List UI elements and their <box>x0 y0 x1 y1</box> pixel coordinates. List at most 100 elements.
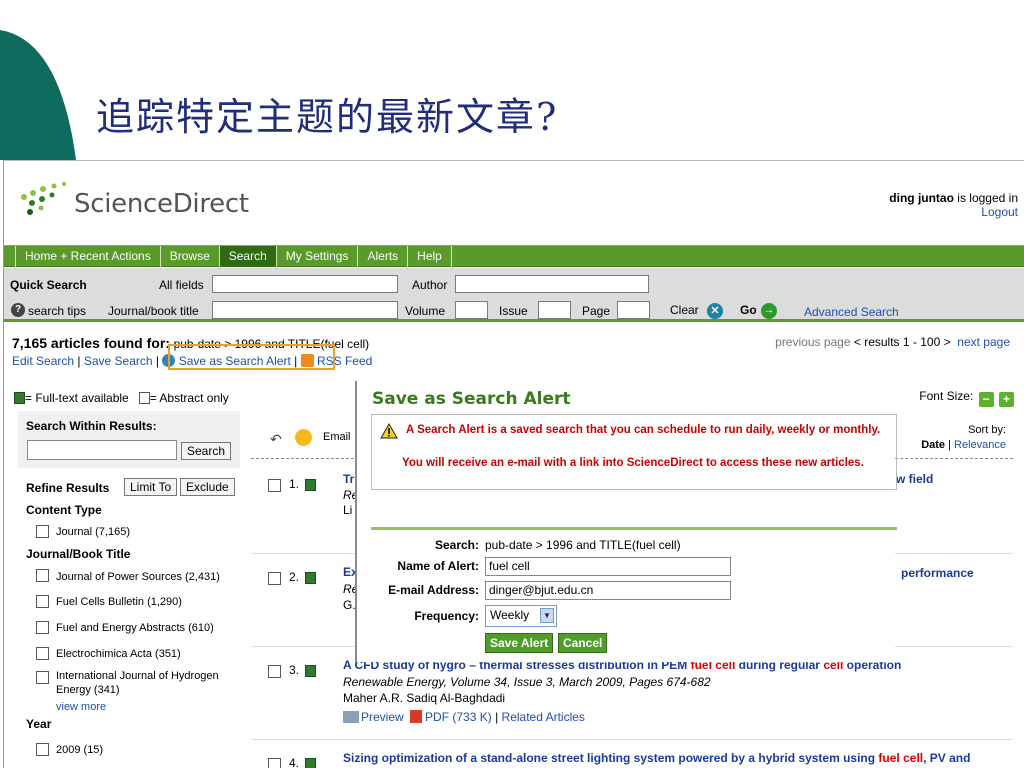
nav-my-settings[interactable]: My Settings <box>277 246 359 267</box>
main-nav: Home + Recent Actions Browse Search My S… <box>4 245 1024 267</box>
logout-link[interactable]: Logout <box>981 205 1018 219</box>
save-alert-button[interactable]: Save Alert <box>485 633 554 653</box>
year-heading: Year <box>26 717 52 731</box>
alert-info-text-2: You will receive an e-mail with a link i… <box>402 457 864 469</box>
search-tips-link[interactable]: search tips <box>28 304 86 318</box>
share-icon[interactable]: ↶ <box>270 431 282 448</box>
journal-power-sources: Journal of Power Sources (2,431) <box>56 571 220 583</box>
logged-in-text: is logged in <box>957 191 1018 205</box>
exclude-button[interactable]: Exclude <box>180 478 235 496</box>
checkbox-ijhe[interactable] <box>36 671 49 684</box>
article-title[interactable]: Tr <box>343 472 354 486</box>
clear-icon[interactable]: ✕ <box>707 303 723 319</box>
frequency-select[interactable]: Weekly ▼ <box>485 605 557 627</box>
search-query-value: pub-date > 1996 and TITLE(fuel cell) <box>485 538 681 552</box>
nav-help[interactable]: Help <box>408 246 452 267</box>
frequency-value: Weekly <box>490 608 530 622</box>
font-size-label: Font Size: <box>919 389 974 403</box>
article-checkbox[interactable] <box>268 572 281 585</box>
full-text-icon <box>305 479 316 491</box>
volume-label: Volume <box>405 304 446 318</box>
save-search-link[interactable]: Save Search <box>84 354 153 368</box>
checkbox-fuel-energy-abstracts[interactable] <box>36 621 49 634</box>
preview-link[interactable]: Preview <box>361 710 404 724</box>
volume-input[interactable] <box>455 301 488 319</box>
article-checkbox[interactable] <box>268 665 281 678</box>
sort-relevance-link[interactable]: Relevance <box>954 439 1006 451</box>
full-text-icon <box>305 665 316 677</box>
edit-search-link[interactable]: Edit Search <box>12 354 74 368</box>
author-input[interactable] <box>455 275 649 293</box>
checkbox-2009[interactable] <box>36 743 49 756</box>
article-title-tail[interactable]: w field <box>896 472 933 486</box>
related-articles-link[interactable]: Related Articles <box>502 710 585 724</box>
author-label: Author <box>412 278 448 292</box>
content-type-heading: Content Type <box>26 503 102 517</box>
warning-icon <box>380 423 398 439</box>
go-arrow-icon[interactable]: → <box>761 303 777 319</box>
slide-corner-decoration <box>0 30 76 160</box>
email-icon[interactable] <box>295 429 312 446</box>
clear-button[interactable]: Clear <box>670 303 699 317</box>
search-within-heading: Search Within Results: <box>26 419 157 433</box>
access-legend: = Full-text available = Abstract only <box>14 391 229 405</box>
checkbox-electrochimica-acta[interactable] <box>36 647 49 660</box>
nav-alerts[interactable]: Alerts <box>358 246 409 267</box>
full-text-legend: = Full-text available <box>25 391 129 405</box>
font-increase-button[interactable]: + <box>999 392 1014 407</box>
journal-title-label: Journal/book title <box>108 304 199 318</box>
chevron-down-icon[interactable]: ▼ <box>540 608 554 623</box>
frequency-label: Frequency: <box>414 609 479 623</box>
journal-title-input[interactable] <box>212 301 398 319</box>
help-icon[interactable]: ? <box>11 303 25 317</box>
previous-page-link[interactable]: previous page <box>775 335 850 349</box>
article-number: 3. <box>289 663 300 677</box>
email-address-input[interactable]: dinger@bjut.edu.cn <box>485 581 731 600</box>
journal-fuel-cells-bulletin: Fuel Cells Bulletin (1,290) <box>56 596 182 608</box>
checkbox-fuel-cells-bulletin[interactable] <box>36 595 49 608</box>
email-action[interactable]: Email <box>323 431 351 443</box>
search-within-input[interactable] <box>27 440 177 460</box>
search-within-button[interactable]: Search <box>181 442 232 460</box>
pdf-link[interactable]: PDF (733 K) <box>425 710 492 724</box>
article-title-tail[interactable]: performance <box>901 566 974 580</box>
sort-by-label: Sort by: <box>968 424 1006 436</box>
full-text-icon <box>305 758 316 768</box>
cancel-button[interactable]: Cancel <box>558 633 608 653</box>
checkbox-journal-power-sources[interactable] <box>36 569 49 582</box>
nav-home[interactable]: Home + Recent Actions <box>15 246 161 267</box>
article-authors: G. <box>343 598 356 612</box>
journal-title-heading: Journal/Book Title <box>26 547 131 561</box>
brand-name: ScienceDirect <box>74 189 249 219</box>
go-button[interactable]: Go <box>740 303 757 317</box>
checkbox-journal[interactable] <box>36 525 49 538</box>
sort-date[interactable]: Date <box>921 439 945 451</box>
content-type-journal: Journal (7,165) <box>56 526 130 538</box>
alert-name-input[interactable]: fuel cell <box>485 557 731 576</box>
issue-input[interactable] <box>538 301 571 319</box>
article-checkbox[interactable] <box>268 758 281 768</box>
next-page-link[interactable]: next page <box>957 335 1010 349</box>
refine-sidebar: Search Within Results: Search Refine Res… <box>18 411 240 768</box>
article-links: Preview PDF (733 K) | Related Articles <box>343 710 585 724</box>
sciencedirect-logo-icon <box>21 182 66 215</box>
year-2009: 2009 (15) <box>56 744 104 756</box>
preview-icon[interactable] <box>343 711 359 723</box>
article-title[interactable]: Sizing optimization of a stand-alone str… <box>343 751 970 765</box>
full-text-icon <box>305 572 316 584</box>
all-fields-input[interactable] <box>212 275 398 293</box>
pdf-icon[interactable] <box>410 710 423 723</box>
limit-to-button[interactable]: Limit To <box>124 478 178 496</box>
nav-search[interactable]: Search <box>219 246 277 267</box>
page-label: Page <box>582 304 611 318</box>
article-checkbox[interactable] <box>268 479 281 492</box>
font-decrease-button[interactable]: − <box>978 392 994 407</box>
abstract-icon <box>138 392 150 404</box>
login-status: ding juntao is logged in Logout <box>889 191 1018 219</box>
page-input[interactable] <box>617 301 650 319</box>
advanced-search-link[interactable]: Advanced Search <box>804 305 899 319</box>
nav-browse[interactable]: Browse <box>161 246 220 267</box>
journal-fuel-energy-abstracts: Fuel and Energy Abstracts (610) <box>56 622 214 634</box>
refine-results-heading: Refine Results <box>26 481 110 495</box>
view-more-link[interactable]: view more <box>56 701 106 713</box>
